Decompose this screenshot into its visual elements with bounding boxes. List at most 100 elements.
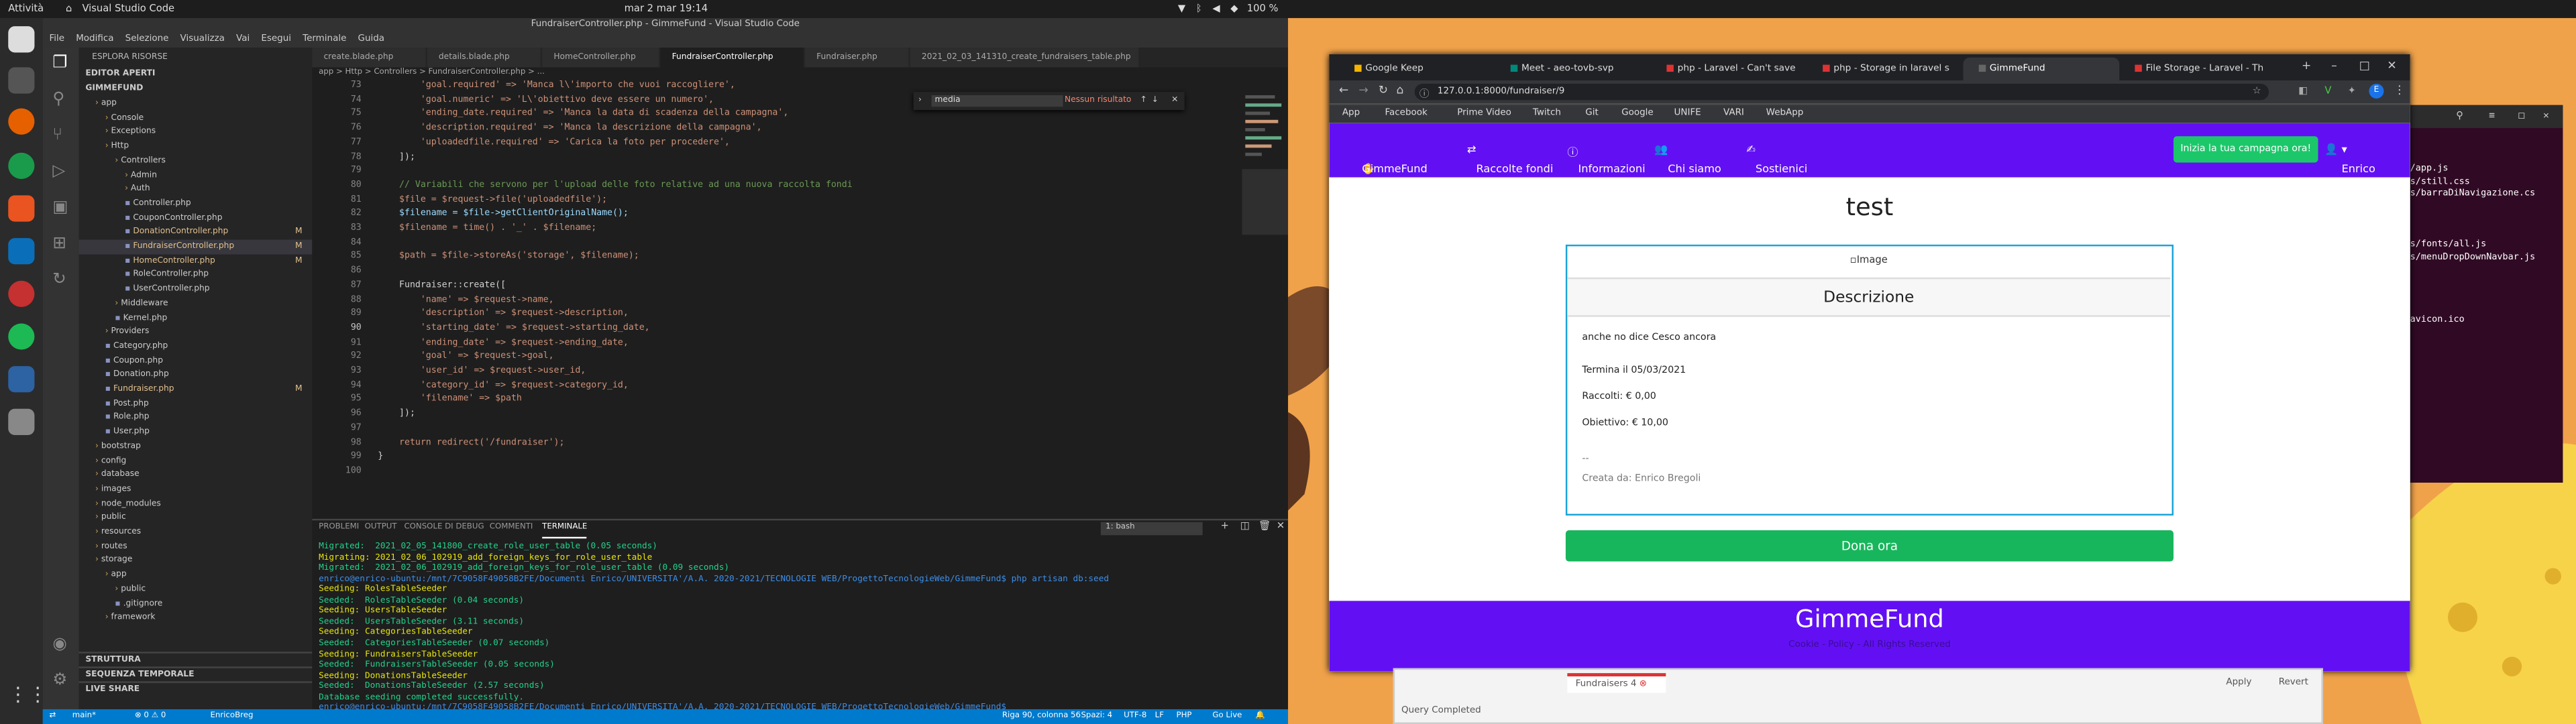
trash-icon[interactable]: 🗑 — [1258, 520, 1271, 532]
panel-close-icon[interactable]: ✕ — [1277, 520, 1285, 532]
notifications-icon[interactable]: 🔔 — [1255, 709, 1265, 724]
new-tab-icon[interactable]: + — [2302, 59, 2311, 72]
tree-item[interactable]: › Middleware — [79, 297, 313, 311]
tree-item[interactable]: ▪ DonationController.php M — [79, 225, 313, 239]
menu-item-vai[interactable]: Vai — [236, 34, 250, 44]
find-input[interactable]: media — [931, 95, 1063, 107]
menu-item-selezione[interactable]: Selezione — [125, 34, 169, 44]
tree-item[interactable]: › Providers — [79, 325, 313, 339]
bookmark-google[interactable]: Google — [1621, 105, 1654, 123]
bookmark-twitch[interactable]: Twitch — [1533, 105, 1561, 123]
panel-tab-terminale[interactable]: TERMINALE — [542, 520, 588, 539]
chrome-menu-icon[interactable]: ⋮ — [2394, 84, 2405, 97]
browser-tab[interactable]: ■ Meet - aeo-tovb-svp — [1495, 58, 1652, 80]
panel-tab-output[interactable]: OUTPUT — [365, 520, 397, 536]
remote-icon[interactable]: ⇄ — [49, 709, 56, 724]
bluetooth-icon[interactable]: ᛒ — [1196, 0, 1202, 18]
close-icon[interactable]: ✕ — [2387, 59, 2396, 72]
tree-item[interactable]: › framework — [79, 611, 313, 625]
address-bar[interactable]: 127.0.0.1:8000/fundraiser/9 — [1414, 83, 2269, 101]
extensions-icon[interactable]: ⊞ — [52, 235, 66, 253]
tree-item[interactable]: › Auth — [79, 182, 313, 196]
files-icon[interactable] — [8, 26, 35, 53]
show-apps-icon[interactable]: ⋮⋮ — [8, 683, 48, 709]
nav-raccolte[interactable]: ⇄ Raccolte fondi — [1467, 143, 1553, 176]
bookmark-star-icon[interactable]: ☆ — [2253, 85, 2261, 97]
tree-item[interactable]: ▪ Fundraiser.php M — [79, 383, 313, 397]
nav-sostienici[interactable]: ✍ Sostienici — [1746, 143, 1807, 176]
reload-icon[interactable]: ↻ — [1379, 84, 1388, 97]
code-editor[interactable]: 73 'goal.required' => 'Manca l\'importo … — [312, 78, 1289, 519]
menu-item-visualizza[interactable]: Visualizza — [180, 34, 225, 44]
software-center-icon[interactable] — [8, 195, 35, 222]
bookmark-vari[interactable]: VARI — [1723, 105, 1744, 123]
editor-tab[interactable]: HomeController.php — [542, 48, 661, 68]
tree-item[interactable]: ▪ FundraiserController.php M — [78, 239, 313, 254]
nav-informazioni[interactable]: ⓘ Informazioni — [1567, 143, 1645, 176]
tree-item[interactable]: › resources — [79, 526, 313, 540]
menu-item-guida[interactable]: Guida — [358, 34, 385, 44]
menu-item-esegui[interactable]: Esegui — [261, 34, 291, 44]
user-menu[interactable]: 👤 Enrico ▾ — [2324, 143, 2375, 176]
tree-item[interactable]: › config — [79, 454, 313, 468]
forward-icon[interactable]: → — [1358, 84, 1368, 97]
panel-tab-problemi[interactable]: PROBLEMI — [319, 520, 359, 536]
find-prev-icon[interactable]: ↑ — [1140, 92, 1147, 110]
volume-icon[interactable]: ◀ — [1212, 0, 1220, 18]
tree-item[interactable]: › database — [79, 468, 313, 482]
bookmark-unife[interactable]: UNIFE — [1674, 105, 1701, 123]
tree-item[interactable]: ▪ HomeController.php M — [79, 254, 313, 268]
go-live-button[interactable]: Go Live — [1212, 709, 1242, 724]
tree-item[interactable]: › Exceptions — [79, 125, 313, 139]
search-icon[interactable]: ⚲ — [2456, 110, 2463, 121]
breadcrumb[interactable]: app > Http > Controllers > FundraiserCon… — [312, 67, 1288, 78]
language-mode[interactable]: PHP — [1176, 709, 1191, 724]
minimap[interactable] — [1242, 78, 1289, 519]
account-icon[interactable]: ◉ — [52, 636, 66, 654]
firefox-icon[interactable] — [8, 108, 35, 135]
editor-tab[interactable]: FundraiserController.php — [660, 48, 806, 68]
tree-item[interactable]: › app — [79, 97, 313, 111]
vscode-icon[interactable] — [8, 238, 35, 265]
tree-item[interactable]: › Admin — [79, 168, 313, 182]
bookmark-app[interactable]: App — [1342, 105, 1360, 123]
new-terminal-icon[interactable]: + — [1221, 520, 1229, 532]
extension-icon[interactable]: ◧ — [2298, 85, 2308, 97]
panel-tab-commenti[interactable]: COMMENTI — [490, 520, 533, 536]
outline-section[interactable]: STRUTTURA — [78, 652, 313, 666]
settings-gear-icon[interactable]: ⚙ — [52, 672, 67, 690]
postman-icon[interactable] — [8, 280, 35, 307]
timeline-section[interactable]: SEQUENZA TEMPORALE — [78, 666, 313, 680]
live-share-section[interactable]: LIVE SHARE — [78, 681, 313, 695]
remote-icon[interactable]: ▣ — [52, 198, 68, 217]
tree-item[interactable]: › public — [79, 583, 313, 597]
result-tab[interactable]: Fundraisers 4 ⊗ — [1567, 673, 1666, 693]
terminal-select[interactable]: 1: bash — [1100, 522, 1203, 536]
tab-close-icon[interactable]: ⊗ — [1640, 680, 1647, 690]
browser-tab[interactable]: ■ GimmeFund — [1963, 57, 2120, 81]
find-next-icon[interactable]: ↓ — [1152, 92, 1159, 110]
menu-item-file[interactable]: File — [49, 34, 64, 44]
editor-tab[interactable]: create.blade.php — [312, 48, 427, 68]
tree-item[interactable]: › Console — [79, 111, 313, 125]
eol[interactable]: LF — [1155, 709, 1164, 724]
spotify-icon[interactable] — [8, 323, 35, 350]
panel-tab-console-di-debug[interactable]: CONSOLE DI DEBUG — [404, 520, 484, 536]
tree-item[interactable]: ▪ Donation.php — [79, 368, 313, 382]
project-root[interactable]: GIMMEFUND — [79, 82, 313, 96]
menu-item-modifica[interactable]: Modifica — [76, 34, 113, 44]
tree-item[interactable]: ▪ Post.php — [79, 397, 313, 411]
vue-devtools-icon[interactable]: V — [2324, 85, 2331, 97]
tree-item[interactable]: ▪ Kernel.php — [79, 311, 313, 325]
tree-item[interactable]: ▪ UserController.php — [79, 282, 313, 296]
tree-item[interactable]: ▪ CouponController.php — [79, 211, 313, 225]
wifi-icon[interactable]: ▼ — [1178, 0, 1185, 18]
branch-label[interactable]: main* — [72, 709, 96, 724]
browser-tab[interactable]: ■ php - Storage in laravel s — [1807, 58, 1964, 80]
browser-tab[interactable]: ■ php - Laravel - Can't save — [1651, 58, 1807, 80]
tree-item[interactable]: ▪ User.php — [79, 426, 313, 440]
home-icon[interactable]: ⌂ — [1397, 84, 1404, 97]
bookmark-facebook[interactable]: Facebook — [1385, 105, 1428, 123]
split-terminal-icon[interactable]: ◫ — [1240, 520, 1250, 532]
tree-item[interactable]: › storage — [79, 554, 313, 568]
